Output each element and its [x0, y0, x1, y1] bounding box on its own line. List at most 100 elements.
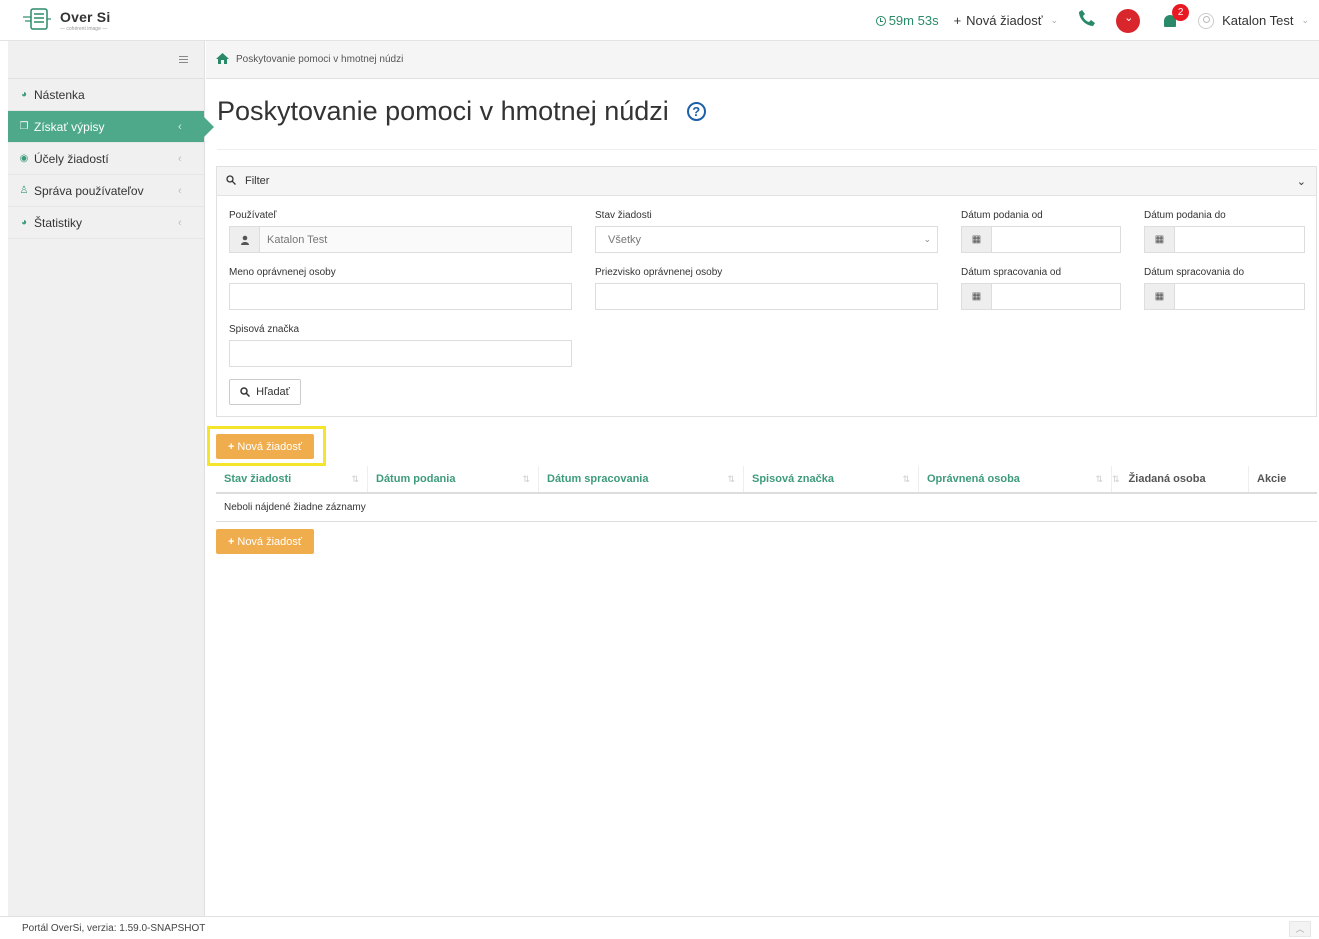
- version-text: Portál OverSi, verzia: 1.59.0-SNAPSHOT: [22, 922, 206, 934]
- status-select-value: Všetky: [608, 233, 642, 246]
- user-icon: [230, 227, 260, 252]
- sidebar-item-label: Štatistiky: [34, 215, 83, 230]
- calendar-icon[interactable]: ▦: [1145, 227, 1175, 252]
- column-header-requested-person[interactable]: ⇅ Žiadaná osoba: [1112, 466, 1249, 492]
- dashboard-icon: ◕: [20, 88, 28, 100]
- plus-icon: +: [227, 535, 235, 548]
- users-icon: ♙: [19, 184, 29, 196]
- user-icon: [1198, 12, 1215, 29]
- breadcrumb-current: Poskytovanie pomoci v hmotnej núdzi: [236, 54, 404, 65]
- sidebar-item-dashboard[interactable]: ◕ Nástenka: [8, 79, 204, 111]
- column-header-process-date[interactable]: Dátum spracovania ⇅: [539, 466, 744, 492]
- sort-icon: ⇅: [727, 473, 735, 484]
- chevron-left-icon: ‹: [178, 216, 182, 229]
- logo-icon: [23, 8, 51, 30]
- scroll-to-top-button[interactable]: ︿: [1289, 921, 1311, 937]
- calendar-icon[interactable]: ▦: [962, 227, 992, 252]
- entitled-name-input[interactable]: [229, 283, 572, 310]
- user-field-value: Katalon Test: [267, 233, 328, 246]
- table-empty-row: Neboli nájdené žiadne záznamy: [216, 494, 1317, 522]
- submit-date-to-field[interactable]: ▦: [1144, 226, 1305, 253]
- plus-icon: +: [227, 440, 235, 453]
- calendar-icon[interactable]: ▦: [1145, 284, 1175, 309]
- footer: Portál OverSi, verzia: 1.59.0-SNAPSHOT ︿: [0, 916, 1319, 939]
- sort-icon: ⇅: [1112, 473, 1120, 484]
- chevron-left-icon: ‹: [178, 120, 182, 133]
- process-date-to-field[interactable]: ▦: [1144, 283, 1305, 310]
- circle-icon: ◉: [19, 152, 29, 164]
- calendar-icon[interactable]: ▦: [962, 284, 992, 309]
- user-name: Katalon Test: [1222, 13, 1294, 28]
- submit-date-to-label: Dátum podania do: [1144, 210, 1226, 221]
- bell-icon[interactable]: 2: [1162, 3, 1190, 30]
- column-header-status[interactable]: Stav žiadosti ⇅: [216, 466, 368, 492]
- chevron-left-icon: ‹: [178, 184, 182, 197]
- help-icon[interactable]: ?: [686, 102, 706, 121]
- search-icon: [240, 387, 251, 397]
- sidebar-toggle[interactable]: [8, 41, 204, 79]
- sidebar-item-user-management[interactable]: ♙ Správa používateľov ‹: [8, 175, 204, 207]
- sort-icon: ⇅: [902, 473, 910, 484]
- column-header-submit-date[interactable]: Dátum podania ⇅: [368, 466, 539, 492]
- chevron-left-icon: ‹: [178, 152, 182, 165]
- sidebar-item-label: Nástenka: [34, 87, 85, 102]
- sort-icon: ⇅: [351, 473, 359, 484]
- process-date-from-label: Dátum spracovania od: [961, 267, 1062, 278]
- new-request-button-label: Nová žiadosť: [237, 535, 303, 548]
- chevron-down-icon: ⌄: [923, 234, 931, 244]
- phone-icon[interactable]: [1078, 9, 1096, 32]
- submit-date-from-field[interactable]: ▦: [961, 226, 1121, 253]
- entitled-name-label: Meno oprávnenej osoby: [229, 267, 336, 278]
- app-subtitle: — cohérent image —: [60, 25, 108, 32]
- home-icon[interactable]: [216, 52, 229, 67]
- new-request-button-label: Nová žiadosť: [237, 440, 303, 453]
- new-request-button-bottom[interactable]: + Nová žiadosť: [216, 529, 314, 554]
- new-request-button[interactable]: + Nová žiadosť: [216, 434, 314, 459]
- new-request-menu-label: Nová žiadosť: [966, 13, 1043, 28]
- sidebar-item-statistics[interactable]: ◕ Štatistiky ‹: [8, 207, 204, 239]
- plus-icon: +: [953, 13, 962, 28]
- sidebar-item-get-extracts[interactable]: ❐ Získať výpisy ‹: [8, 111, 214, 143]
- page-title: Poskytovanie pomoci v hmotnej núdzi ?: [217, 96, 706, 127]
- filter-header[interactable]: Filter ⌄: [217, 167, 1316, 196]
- filter-title: Filter: [245, 175, 270, 187]
- file-ref-label: Spisová značka: [229, 324, 300, 335]
- dashboard-icon: ◕: [20, 216, 28, 228]
- sidebar-item-label: Získať výpisy: [34, 119, 105, 134]
- chevron-down-icon[interactable]: ⌄: [1297, 175, 1306, 188]
- sidebar-item-purposes[interactable]: ◉ Účely žiadostí ‹: [8, 143, 204, 175]
- search-icon: [226, 174, 236, 188]
- user-label: Používateľ: [229, 210, 277, 221]
- filter-panel: Filter ⌄ Používateľ Katalon Test Stav ži…: [216, 166, 1317, 417]
- new-request-menu[interactable]: + Nová žiadosť ⌄: [954, 13, 1059, 28]
- session-timer: 59m 53s: [875, 13, 939, 28]
- process-date-from-field[interactable]: ▦: [961, 283, 1121, 310]
- top-navbar: Over Si — cohérent image — 59m 53s + Nov…: [0, 0, 1319, 41]
- search-button[interactable]: Hľadať: [229, 379, 301, 405]
- status-dropdown-icon[interactable]: [1116, 8, 1141, 33]
- submit-date-from-label: Dátum podania od: [961, 210, 1043, 221]
- table-header: Stav žiadosti ⇅ Dátum podania ⇅ Dátum spra…: [216, 466, 1317, 494]
- session-timer-value: 59m 53s: [888, 13, 939, 28]
- clock-icon: [875, 15, 886, 26]
- file-ref-input[interactable]: [229, 340, 572, 367]
- column-header-file-ref[interactable]: Spisová značka ⇅: [744, 466, 919, 492]
- chevron-down-icon: ⌄: [1050, 15, 1059, 25]
- copy-icon: ❐: [19, 120, 29, 132]
- status-select[interactable]: Všetky ⌄: [595, 226, 938, 253]
- logo[interactable]: Over Si — cohérent image —: [22, 8, 110, 32]
- entitled-surname-input[interactable]: [595, 283, 938, 310]
- column-header-entitled-person[interactable]: Oprávnená osoba ⇅: [919, 466, 1112, 492]
- sidebar-item-label: Účely žiadostí: [34, 151, 109, 166]
- requests-table: Stav žiadosti ⇅ Dátum podania ⇅ Dátum spra…: [216, 466, 1317, 522]
- divider: [217, 149, 1317, 150]
- entitled-surname-label: Priezvisko oprávnenej osoby: [595, 267, 723, 278]
- breadcrumb: Poskytovanie pomoci v hmotnej núdzi: [206, 41, 1319, 79]
- chevron-down-icon: ⌄: [1301, 15, 1309, 25]
- empty-message: Neboli nájdené žiadne záznamy: [224, 502, 366, 513]
- user-menu[interactable]: Katalon Test ⌄: [1198, 12, 1309, 29]
- status-label: Stav žiadosti: [595, 210, 652, 221]
- search-button-label: Hľadať: [256, 386, 290, 398]
- sort-icon: ⇅: [522, 473, 530, 484]
- sidebar-item-label: Správa používateľov: [34, 183, 144, 198]
